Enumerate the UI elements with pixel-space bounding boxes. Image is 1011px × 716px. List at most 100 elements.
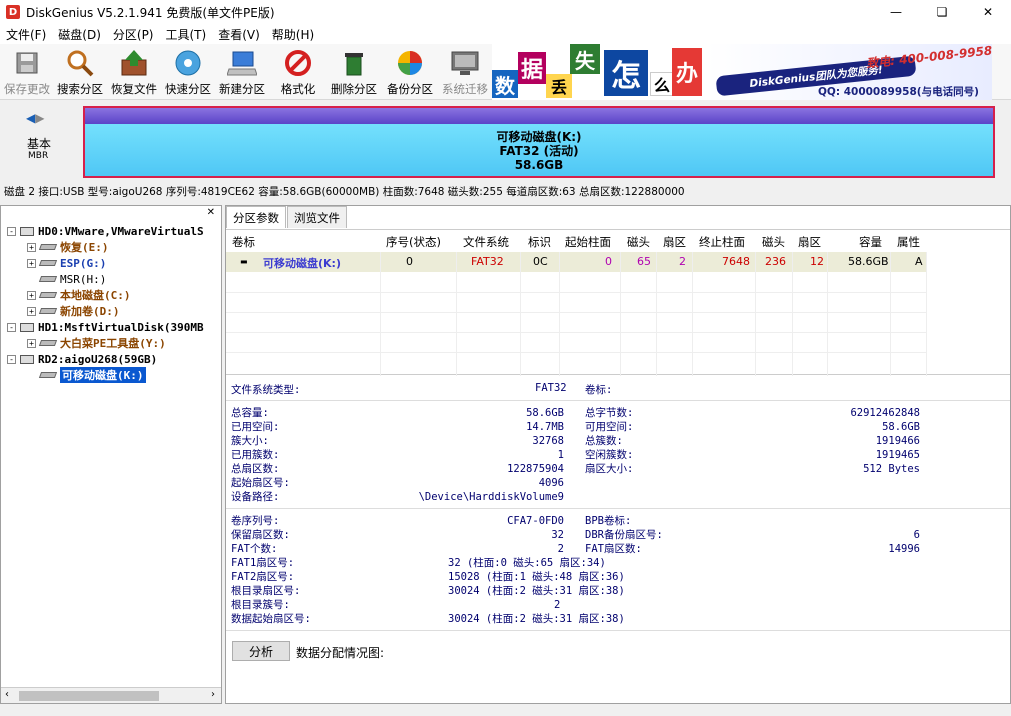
col-header-label[interactable]: 卷标 [232, 234, 255, 250]
detail-section-bytes: 总字节数: 可用空间: 总簇数: 空闲簇数: 扇区大小: [585, 406, 633, 476]
menu-tools[interactable]: 工具(T) [160, 26, 213, 43]
prev-disk-icon[interactable]: ◀ [26, 111, 35, 125]
backup-partition-button[interactable]: 备份分区 [383, 46, 437, 98]
disk-nav-arrows[interactable]: ◀▶ [26, 111, 44, 125]
delete-partition-label: 删除分区 [331, 82, 377, 96]
col-header-id[interactable]: 标识 [528, 234, 551, 250]
new-partition-button[interactable]: 新建分区 [215, 46, 269, 98]
detail-label: 总扇区数: [231, 463, 280, 475]
scroll-thumb[interactable] [19, 691, 159, 701]
menu-view[interactable]: 查看(V) [212, 26, 266, 43]
tab-partition-params[interactable]: 分区参数 [226, 206, 286, 228]
tree-disk-hd1[interactable]: - HD1:MsftVirtualDisk(390MB [7, 319, 204, 335]
menu-bar: 文件(F) 磁盘(D) 分区(P) 工具(T) 查看(V) 帮助(H) [0, 24, 1011, 44]
tab-bar: 分区参数 浏览文件 [226, 206, 348, 228]
banner-char-2: 据 [518, 52, 546, 84]
detail-section-bpb: BPB卷标: DBR备份扇区号: FAT扇区数: [585, 514, 663, 556]
system-migration-button[interactable]: 系统迁移 [438, 46, 492, 98]
detail-label: 已用空间: [231, 421, 280, 433]
format-button[interactable]: 格式化 [271, 46, 325, 98]
collapse-icon[interactable]: - [7, 322, 16, 332]
detail-section-fs: 文件系统类型: [231, 382, 300, 397]
detail-value: 2 [554, 599, 561, 611]
expand-icon[interactable]: + [27, 306, 36, 316]
col-header-attr[interactable]: 属性 [897, 234, 920, 250]
collapse-icon[interactable]: - [7, 226, 16, 236]
tree-disk-rd2[interactable]: - RD2:aigoU268(59GB) [7, 351, 157, 367]
detail-value: 30024 (柱面:2 磁头:31 扇区:38) [448, 613, 625, 625]
tree-horizontal-scrollbar[interactable]: ‹ › [1, 687, 221, 703]
menu-disk[interactable]: 磁盘(D) [52, 26, 107, 43]
detail-value: 6 [913, 529, 920, 541]
col-header-start-cyl[interactable]: 起始柱面 [565, 234, 611, 250]
promo-banner[interactable]: 数 据 丢 失 怎 么 办 DiskGenius团队为您服务! 致电: 400-… [492, 44, 992, 100]
detail-value: 30024 (柱面:2 磁头:31 扇区:38) [448, 585, 625, 597]
status-bar [0, 704, 1011, 716]
minimize-icon[interactable]: — [873, 0, 919, 24]
menu-partition[interactable]: 分区(P) [107, 26, 160, 43]
tree-partition-d[interactable]: + 新加卷(D:) [27, 303, 120, 319]
detail-label: 设备路径: [231, 491, 280, 503]
disk-info-line: 磁盘 2 接口:USB 型号:aigoU268 序列号:4819CE62 容量:… [4, 186, 685, 198]
detail-label: 总字节数: [585, 407, 634, 419]
col-header-head[interactable]: 磁头 [627, 234, 650, 250]
col-header-sector[interactable]: 扇区 [663, 234, 686, 250]
banner-char-7: 办 [672, 48, 702, 96]
detail-value: 62912462848 [850, 407, 920, 419]
partition-bar-name: 可移动磁盘(K:) [496, 130, 582, 144]
expand-icon[interactable]: + [27, 258, 36, 268]
tree-partition-c[interactable]: + 本地磁盘(C:) [27, 287, 131, 303]
tree-partition-msr[interactable]: MSR(H:) [38, 271, 107, 287]
expand-icon[interactable]: + [27, 338, 36, 348]
tree-partition-y[interactable]: + 大白菜PE工具盘(Y:) [27, 335, 166, 351]
scroll-right-icon[interactable]: › [211, 689, 215, 700]
detail-section-fat: 卷序列号: 保留扇区数: FAT个数: FAT1扇区号: FAT2扇区号: 根目… [231, 514, 311, 626]
tree-disk-label: HD1:MsftVirtualDisk(390MB [38, 320, 204, 334]
menu-help[interactable]: 帮助(H) [266, 26, 320, 43]
collapse-icon[interactable]: - [7, 354, 16, 364]
col-header-index[interactable]: 序号(状态) [386, 234, 441, 250]
detail-value: 122875904 [507, 463, 564, 475]
menu-file[interactable]: 文件(F) [0, 26, 52, 43]
tree-partition-k[interactable]: 可移动磁盘(K:) [38, 367, 146, 383]
detail-value: 4096 [538, 477, 564, 489]
partition-bar-k[interactable]: 可移动磁盘(K:) FAT32 (活动) 58.6GB [83, 106, 995, 178]
tree-partition-recovery[interactable]: + 恢复(E:) [27, 239, 109, 255]
cell-head: 65 [637, 255, 651, 268]
delete-partition-button[interactable]: 删除分区 [327, 46, 381, 98]
migrate-icon [450, 48, 480, 78]
analyze-button[interactable]: 分析 [232, 641, 290, 661]
save-icon [12, 48, 42, 78]
close-icon[interactable]: ✕ [965, 0, 1011, 24]
col-header-end-sector[interactable]: 扇区 [798, 234, 821, 250]
quick-partition-button[interactable]: 快速分区 [161, 46, 215, 98]
backup-partition-label: 备份分区 [387, 82, 433, 96]
disk-map-panel: ◀▶ 基本 MBR 可移动磁盘(K:) FAT32 (活动) 58.6GB [0, 101, 1011, 181]
disk-icon [20, 354, 34, 364]
tree-partition-label: MSR(H:) [60, 272, 107, 286]
col-header-capacity[interactable]: 容量 [859, 234, 882, 250]
detail-label: 起始扇区号: [231, 477, 290, 489]
expand-icon[interactable]: + [27, 242, 36, 252]
table-row[interactable]: ▬ 可移动磁盘(K:) 0 FAT32 0C 0 65 2 7648 236 1… [226, 252, 926, 272]
cell-end-cyl: 7648 [722, 255, 750, 268]
maximize-icon[interactable]: ❏ [919, 0, 965, 24]
save-changes-button[interactable]: 保存更改 [0, 46, 54, 98]
partition-icon [38, 276, 58, 282]
tree-close-icon[interactable]: ✕ [207, 207, 215, 218]
window-title: DiskGenius V5.2.1.941 免费版(单文件PE版) [26, 5, 275, 20]
recover-files-button[interactable]: 恢复文件 [107, 46, 161, 98]
next-disk-icon[interactable]: ▶ [35, 111, 44, 125]
col-header-end-cyl[interactable]: 终止柱面 [699, 234, 745, 250]
disk-type-label: 基本 [26, 137, 51, 151]
col-header-end-head[interactable]: 磁头 [762, 234, 785, 250]
expand-icon[interactable]: + [27, 290, 36, 300]
tree-disk-hd0[interactable]: - HD0:VMware,VMwareVirtualS [7, 223, 204, 239]
col-header-fs[interactable]: 文件系统 [463, 234, 509, 250]
banner-qq-text: QQ: 4000089958(与电话同号) [818, 86, 979, 98]
fs-type-value: FAT32 [535, 382, 567, 394]
scroll-left-icon[interactable]: ‹ [5, 689, 9, 700]
tab-browse-files[interactable]: 浏览文件 [287, 206, 347, 228]
search-partition-button[interactable]: 搜索分区 [53, 46, 107, 98]
tree-partition-esp[interactable]: + ESP(G:) [27, 255, 106, 271]
